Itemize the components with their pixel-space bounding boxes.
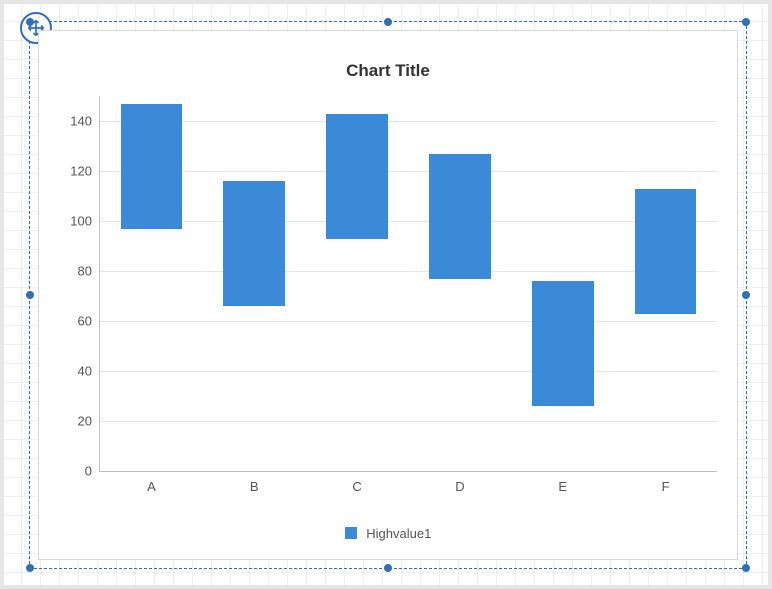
resize-handle-e[interactable] [742, 291, 750, 299]
y-tick-label: 80 [78, 264, 92, 279]
gridline [100, 371, 717, 372]
gridline [100, 421, 717, 422]
gridline [100, 121, 717, 122]
x-tick-label: C [352, 479, 361, 494]
x-tick-label: F [662, 479, 670, 494]
resize-handle-ne[interactable] [742, 18, 750, 26]
legend-swatch-icon [345, 527, 357, 539]
data-bar[interactable] [635, 189, 697, 314]
chart-title[interactable]: Chart Title [39, 61, 737, 81]
y-tick-label: 140 [70, 114, 92, 129]
resize-handle-s[interactable] [384, 564, 392, 572]
x-tick-label: A [147, 479, 156, 494]
resize-handle-se[interactable] [742, 564, 750, 572]
y-tick-label: 100 [70, 214, 92, 229]
legend[interactable]: Highvalue1 [39, 526, 737, 541]
data-bar[interactable] [429, 154, 491, 279]
resize-handle-n[interactable] [384, 18, 392, 26]
resize-handle-w[interactable] [26, 291, 34, 299]
data-bar[interactable] [532, 281, 594, 406]
data-bar[interactable] [326, 114, 388, 239]
y-tick-label: 0 [85, 464, 92, 479]
plot-area[interactable]: 020406080100120140ABCDEF [99, 96, 717, 472]
x-tick-label: B [250, 479, 259, 494]
legend-label: Highvalue1 [366, 526, 431, 541]
y-tick-label: 20 [78, 414, 92, 429]
gridline [100, 271, 717, 272]
resize-handle-nw[interactable] [26, 18, 34, 26]
gridline [100, 321, 717, 322]
editor-canvas: Chart Title 020406080100120140ABCDEF Hig… [0, 0, 772, 589]
y-tick-label: 40 [78, 364, 92, 379]
gridline [100, 171, 717, 172]
chart-selection-frame[interactable]: Chart Title 020406080100120140ABCDEF Hig… [29, 21, 747, 569]
data-bar[interactable] [121, 104, 183, 229]
x-tick-label: D [455, 479, 464, 494]
gridline [100, 221, 717, 222]
y-tick-label: 60 [78, 314, 92, 329]
chart-object[interactable]: Chart Title 020406080100120140ABCDEF Hig… [38, 30, 738, 560]
data-bar[interactable] [223, 181, 285, 306]
x-tick-label: E [558, 479, 567, 494]
y-tick-label: 120 [70, 164, 92, 179]
resize-handle-sw[interactable] [26, 564, 34, 572]
